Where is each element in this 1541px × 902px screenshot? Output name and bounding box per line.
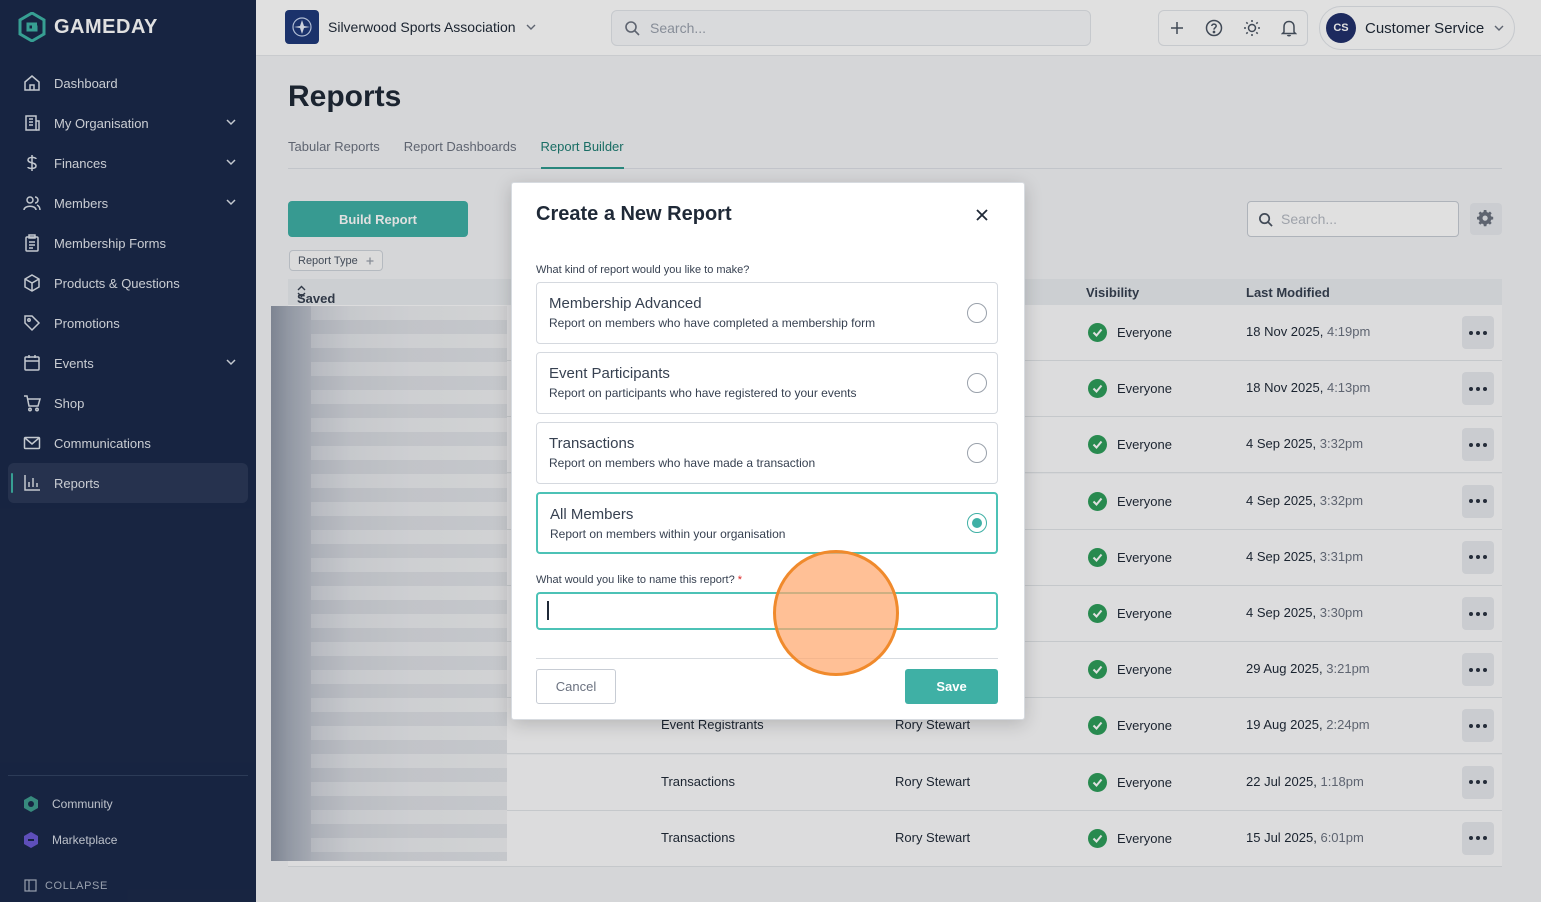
option-title: All Members <box>550 506 634 523</box>
required-mark: * <box>737 574 743 586</box>
report-name-label: What would you like to name this report?… <box>536 574 742 586</box>
option-title: Event Participants <box>549 365 670 382</box>
option-membership-advanced[interactable]: Membership Advanced Report on members wh… <box>536 282 998 344</box>
option-transactions[interactable]: Transactions Report on members who have … <box>536 422 998 484</box>
dialog-divider <box>536 658 998 659</box>
dialog-title: Create a New Report <box>536 203 732 225</box>
click-indicator <box>773 550 899 676</box>
save-button[interactable]: Save <box>905 669 998 704</box>
report-name-input[interactable] <box>536 592 998 630</box>
cancel-button[interactable]: Cancel <box>536 669 616 704</box>
radio-button[interactable] <box>967 373 987 393</box>
option-description: Report on members within your organisati… <box>550 527 786 541</box>
option-description: Report on members who have made a transa… <box>549 456 816 470</box>
create-report-dialog: Create a New Report What kind of report … <box>511 182 1025 720</box>
report-type-question: What kind of report would you like to ma… <box>536 264 750 276</box>
option-title: Membership Advanced <box>549 295 702 312</box>
radio-button-selected[interactable] <box>967 513 987 533</box>
close-icon <box>976 209 988 221</box>
radio-button[interactable] <box>967 443 987 463</box>
text-cursor <box>547 601 549 620</box>
close-button[interactable] <box>972 205 992 225</box>
radio-button[interactable] <box>967 303 987 323</box>
report-name-question: What would you like to name this report? <box>536 574 735 586</box>
option-all-members[interactable]: All Members Report on members within you… <box>536 492 998 554</box>
option-description: Report on participants who have register… <box>549 386 857 400</box>
option-description: Report on members who have completed a m… <box>549 316 876 330</box>
option-title: Transactions <box>549 435 635 452</box>
option-event-participants[interactable]: Event Participants Report on participant… <box>536 352 998 414</box>
